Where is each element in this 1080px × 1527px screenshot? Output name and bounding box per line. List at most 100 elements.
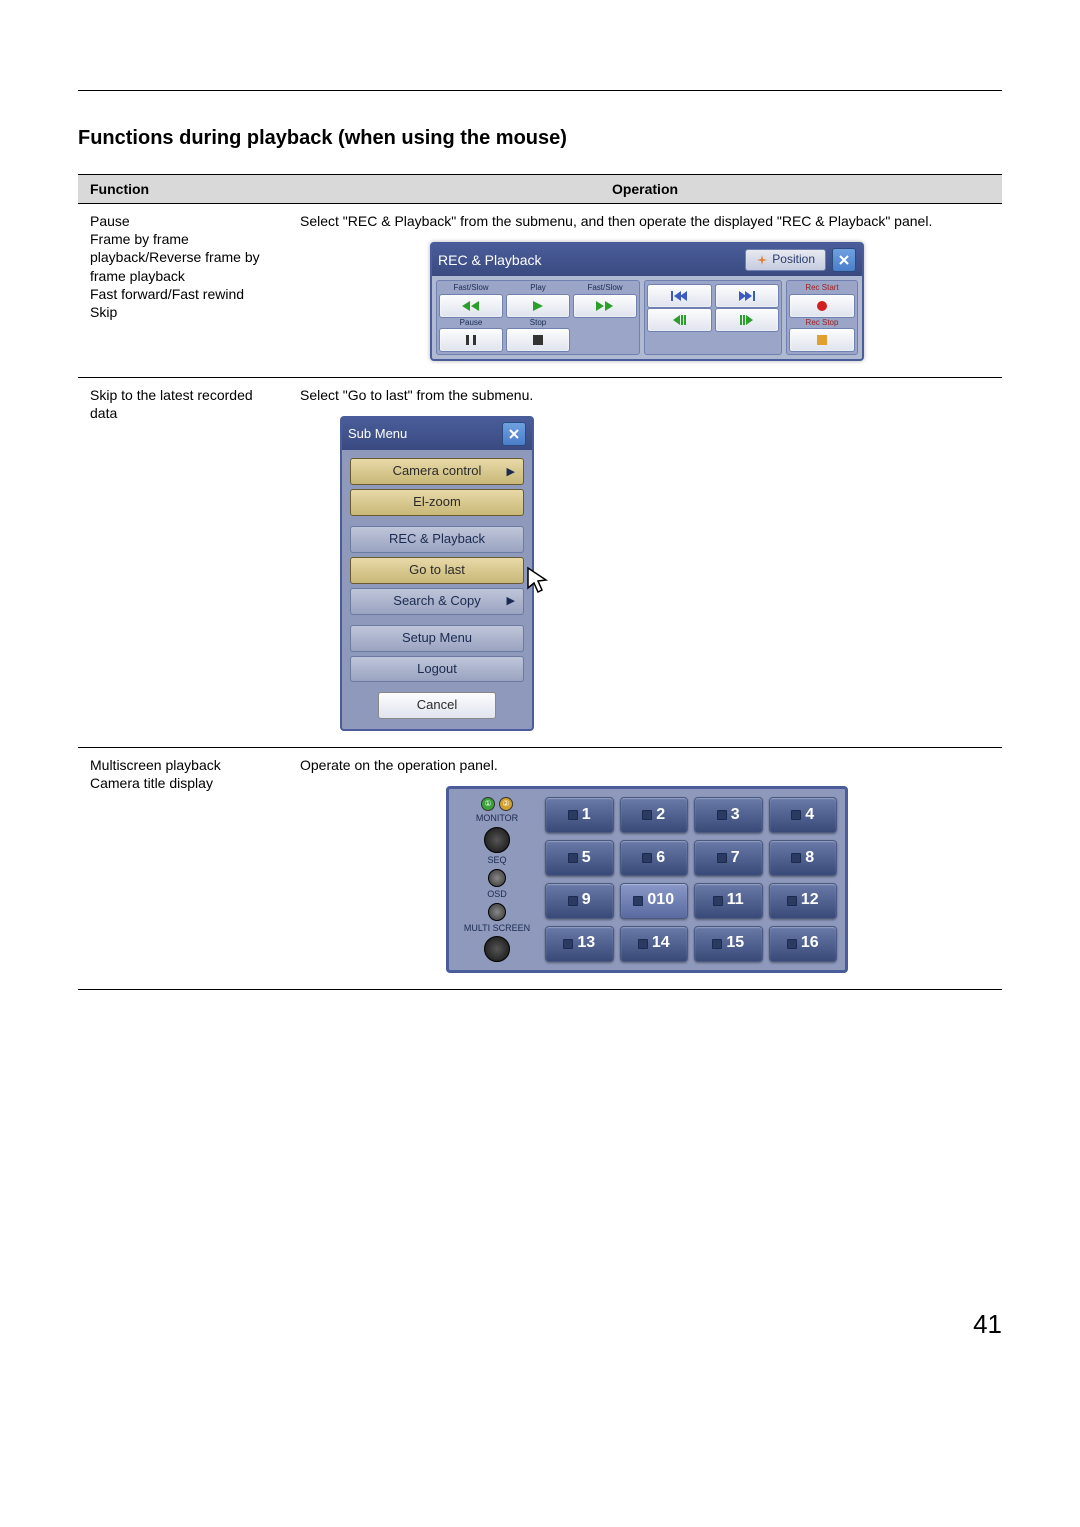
camera-button-10[interactable]: 010 (620, 883, 689, 919)
multiscreen-button[interactable] (484, 936, 510, 962)
rec-stop-button[interactable] (789, 328, 855, 352)
operation-text: Select "Go to last" from the submenu. (300, 386, 994, 404)
submenu-wrap: Sub Menu Camera control ▶ (340, 416, 994, 731)
menu-setup[interactable]: Setup Menu (350, 625, 524, 652)
camera-num: 7 (731, 848, 740, 869)
camera-button-12[interactable]: 12 (769, 883, 838, 919)
camera-num: 9 (582, 890, 591, 911)
rec-playback-panel-wrap: REC & Playback Position (300, 242, 994, 361)
monitor-2-icon: ② (499, 797, 513, 811)
skip-prev-record-button[interactable] (647, 284, 712, 308)
fastforward-button[interactable] (573, 294, 637, 318)
osd-button[interactable] (488, 903, 506, 921)
close-icon[interactable] (832, 248, 856, 272)
menu-label: Go to last (409, 562, 465, 577)
led-icon (713, 896, 723, 906)
rewind-button[interactable] (439, 294, 503, 318)
camera-button-13[interactable]: 13 (545, 926, 614, 962)
rec-panel-titlebar: REC & Playback Position (432, 244, 862, 276)
menu-cancel[interactable]: Cancel (378, 692, 496, 719)
top-rule (78, 90, 1002, 91)
led-icon (787, 939, 797, 949)
led-icon (787, 896, 797, 906)
menu-label: Logout (417, 661, 457, 676)
menu-label: Search & Copy (393, 593, 480, 608)
led-icon (633, 896, 643, 906)
led-icon (717, 853, 727, 863)
section-title: Functions during playback (when using th… (78, 127, 1002, 150)
stop-button[interactable] (506, 328, 570, 352)
cursor-icon (526, 566, 552, 596)
led-icon (568, 853, 578, 863)
menu-el-zoom[interactable]: El-zoom (350, 489, 524, 516)
lbl-fast-slow-r: Fast/Slow (573, 283, 637, 293)
menu-label: El-zoom (413, 494, 461, 509)
lbl-rec-start: Rec Start (789, 283, 855, 293)
camera-num: 12 (801, 890, 819, 911)
lbl-stop: Stop (506, 318, 570, 328)
rec-panel-body: Fast/Slow Play Fast/Slow Pause (432, 276, 862, 359)
camera-num: 8 (805, 848, 814, 869)
menu-search-copy[interactable]: Search & Copy ▶ (350, 588, 524, 615)
led-icon (563, 939, 573, 949)
camera-button-11[interactable]: 11 (694, 883, 763, 919)
camera-num: 3 (731, 805, 740, 826)
camera-button-2[interactable]: 2 (620, 797, 689, 833)
next-image-button[interactable] (715, 308, 780, 332)
osd-label: OSD (487, 889, 507, 901)
menu-label: Cancel (417, 697, 457, 712)
rec-group-rec: Rec Start Rec Stop (786, 280, 858, 355)
seq-button[interactable] (488, 869, 506, 887)
lbl-rec-stop: Rec Stop (789, 318, 855, 328)
camera-button-3[interactable]: 3 (694, 797, 763, 833)
led-icon (568, 896, 578, 906)
menu-logout[interactable]: Logout (350, 656, 524, 683)
camera-button-6[interactable]: 6 (620, 840, 689, 876)
camera-button-14[interactable]: 14 (620, 926, 689, 962)
pause-button[interactable] (439, 328, 503, 352)
skip-next-record-button[interactable] (715, 284, 780, 308)
operation-panel-wrap: ① ② MONITOR SEQ OSD MULTI SCREEN (300, 786, 994, 973)
camera-button-1[interactable]: 1 (545, 797, 614, 833)
rec-panel-title: REC & Playback (438, 251, 739, 269)
position-button[interactable]: Position (745, 249, 826, 271)
menu-go-to-last[interactable]: Go to last (350, 557, 524, 584)
prev-image-button[interactable] (647, 308, 712, 332)
led-icon (791, 853, 801, 863)
play-button[interactable] (506, 294, 570, 318)
close-icon[interactable] (502, 422, 526, 446)
position-label: Position (772, 252, 815, 268)
camera-button-15[interactable]: 15 (694, 926, 763, 962)
led-icon (791, 810, 801, 820)
camera-button-4[interactable]: 4 (769, 797, 838, 833)
function-cell: Pause Frame by frame playback/Reverse fr… (78, 204, 288, 378)
submenu-panel: Sub Menu Camera control ▶ (340, 416, 534, 731)
led-icon (642, 853, 652, 863)
camera-num: 14 (652, 933, 670, 954)
monitor-indicators: ① ② (481, 797, 513, 811)
operation-panel: ① ② MONITOR SEQ OSD MULTI SCREEN (446, 786, 848, 973)
camera-button-5[interactable]: 5 (545, 840, 614, 876)
function-cell: Multiscreen playback Camera title displa… (78, 748, 288, 990)
rec-start-button[interactable] (789, 294, 855, 318)
submenu-titlebar: Sub Menu (342, 418, 532, 450)
camera-num: 4 (805, 805, 814, 826)
operation-cell: Operate on the operation panel. ① ② MONI… (288, 748, 1002, 990)
lbl-pause: Pause (439, 318, 503, 328)
menu-camera-control[interactable]: Camera control ▶ (350, 458, 524, 485)
camera-button-8[interactable]: 8 (769, 840, 838, 876)
rec-group-skip: Next Record (644, 280, 782, 355)
led-icon (568, 810, 578, 820)
camera-button-16[interactable]: 16 (769, 926, 838, 962)
chevron-right-icon: ▶ (507, 464, 515, 478)
rec-playback-panel: REC & Playback Position (430, 242, 864, 361)
camera-button-7[interactable]: 7 (694, 840, 763, 876)
menu-rec-playback[interactable]: REC & Playback (350, 526, 524, 553)
monitor-button[interactable] (484, 827, 510, 853)
camera-button-9[interactable]: 9 (545, 883, 614, 919)
camera-num: 6 (656, 848, 665, 869)
functions-table: Function Operation Pause Frame by frame … (78, 174, 1002, 990)
operation-cell: Select "Go to last" from the submenu. Su… (288, 377, 1002, 747)
operation-text: Operate on the operation panel. (300, 756, 994, 774)
monitor-label: MONITOR (476, 813, 518, 825)
